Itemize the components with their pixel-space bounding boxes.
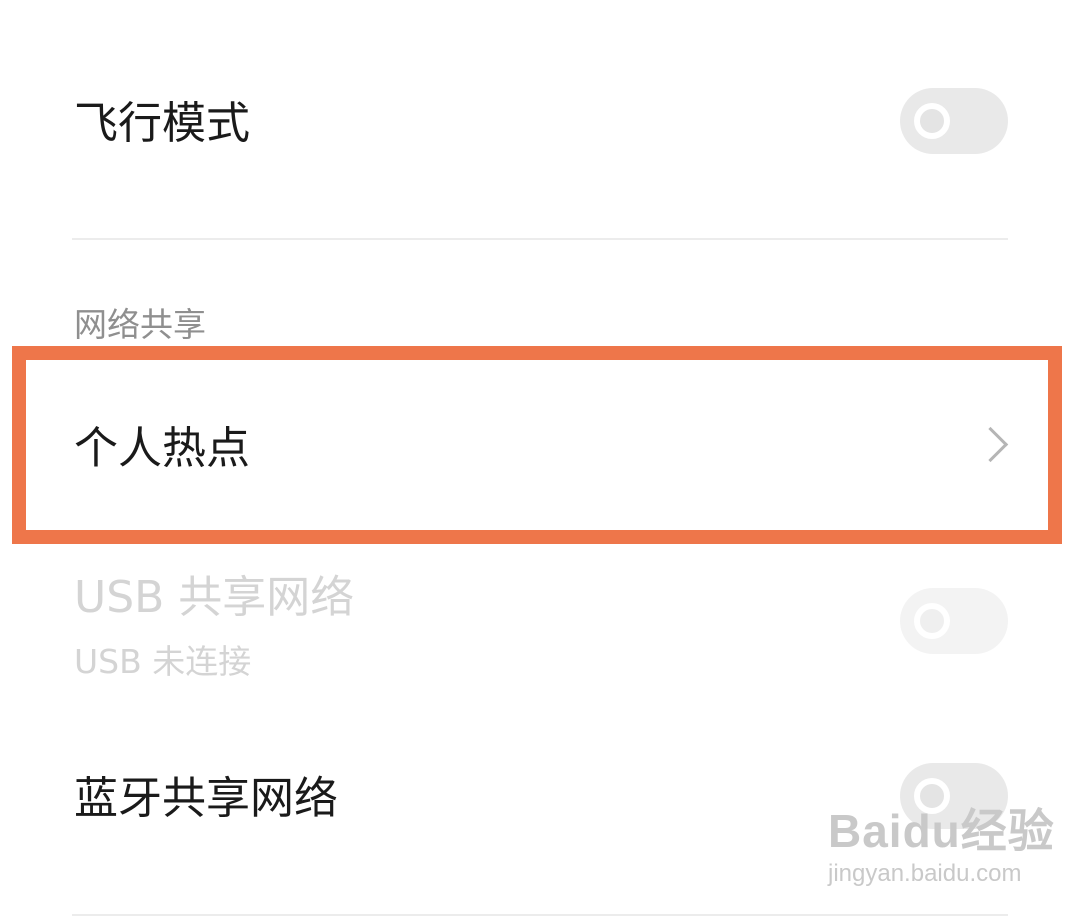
usb-tethering-subtitle: USB 未连接 [74,642,252,681]
baidu-watermark: Baidu经验 jingyan.baidu.com [828,808,1055,886]
section-header-tethering: 网络共享 [74,305,206,344]
airplane-mode-label: 飞行模式 [74,98,250,149]
bluetooth-tethering-label: 蓝牙共享网络 [74,773,338,824]
usb-tethering-toggle [900,588,1008,654]
airplane-mode-toggle[interactable] [900,88,1008,154]
divider [72,238,1008,240]
divider [72,914,1008,916]
usb-tethering-label: USB 共享网络 [74,572,355,623]
highlight-box [12,346,1062,544]
watermark-url: jingyan.baidu.com [828,860,1022,887]
toggle-knob [914,603,950,639]
toggle-knob [914,103,950,139]
watermark-brand: Baidu经验 [828,805,1055,857]
